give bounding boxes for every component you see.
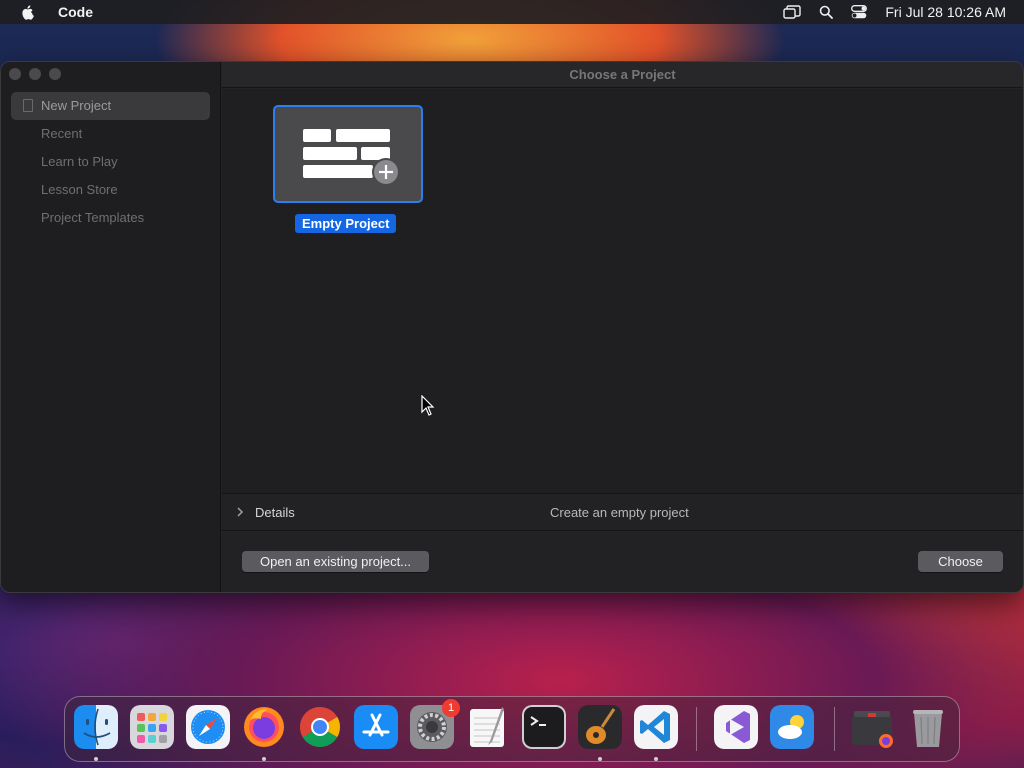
sidebar-item-label: Lesson Store — [41, 182, 118, 197]
running-indicator — [598, 757, 602, 761]
notification-badge: 1 — [442, 699, 460, 717]
sidebar-item-lesson-store[interactable]: Lesson Store — [11, 176, 210, 204]
terminal-icon[interactable] — [522, 705, 566, 749]
minimize-window-button[interactable] — [29, 68, 41, 80]
empty-project-tile[interactable] — [273, 105, 423, 203]
details-bar: Details Create an empty project — [222, 493, 1023, 531]
sidebar-item-learn-to-play[interactable]: Learn to Play — [11, 148, 210, 176]
weather-icon[interactable] — [770, 705, 814, 749]
launchpad-icon[interactable] — [130, 705, 174, 749]
running-indicator — [94, 757, 98, 761]
textedit-icon[interactable] — [466, 705, 510, 749]
sidebar-item-recent[interactable]: Recent — [11, 120, 210, 148]
menu-bar-clock[interactable]: Fri Jul 28 10:26 AM — [885, 4, 1006, 20]
app-store-icon[interactable] — [354, 705, 398, 749]
project-description: Create an empty project — [550, 505, 689, 520]
sidebar-item-label: Project Templates — [41, 210, 145, 225]
trash-icon[interactable] — [906, 705, 950, 749]
dock-separator — [696, 707, 697, 751]
choose-button[interactable]: Choose — [918, 551, 1003, 572]
safari-icon[interactable] — [186, 705, 230, 749]
sidebar-item-label: Learn to Play — [41, 154, 118, 169]
window-controls — [9, 68, 61, 80]
main-panel: Choose a Project Empty Project Details C… — [222, 62, 1023, 592]
zoom-window-button[interactable] — [49, 68, 61, 80]
screen-mirroring-icon[interactable] — [783, 5, 802, 19]
spotlight-search-icon[interactable] — [819, 5, 834, 19]
sidebar: New Project Recent Learn to Play Lesson … — [1, 62, 221, 592]
project-chooser-window: New Project Recent Learn to Play Lesson … — [0, 61, 1024, 593]
details-toggle-label[interactable]: Details — [255, 505, 295, 520]
sidebar-item-label: New Project — [41, 98, 112, 113]
sidebar-item-new-project[interactable]: New Project — [11, 92, 210, 120]
apple-menu-icon[interactable] — [20, 4, 36, 20]
sidebar-item-project-templates[interactable]: Project Templates — [11, 204, 210, 232]
open-existing-project-button[interactable]: Open an existing project... — [242, 551, 429, 572]
sidebar-list: New Project Recent Learn to Play Lesson … — [11, 92, 210, 232]
finder-icon[interactable] — [74, 705, 118, 749]
empty-project-icon — [303, 129, 398, 186]
menu-bar: Code Fri Jul 28 10:26 AM — [0, 0, 1024, 24]
document-icon — [23, 99, 33, 112]
dock-separator — [834, 707, 835, 751]
chevron-right-icon[interactable] — [236, 506, 244, 518]
running-indicator — [654, 757, 658, 761]
firefox-icon[interactable] — [242, 705, 286, 749]
window-title: Choose a Project — [222, 62, 1023, 88]
project-grid: Empty Project — [222, 89, 1023, 493]
sidebar-item-label: Recent — [41, 126, 83, 141]
firefox-downloads-stack-icon[interactable] — [850, 705, 894, 749]
mouse-pointer-icon — [421, 395, 435, 416]
dock: 1 — [64, 696, 960, 762]
vscode-icon[interactable] — [634, 705, 678, 749]
garageband-icon[interactable] — [578, 705, 622, 749]
close-window-button[interactable] — [9, 68, 21, 80]
empty-project-label[interactable]: Empty Project — [295, 214, 397, 233]
active-app-name[interactable]: Code — [58, 4, 93, 20]
system-settings-icon[interactable]: 1 — [410, 699, 460, 749]
running-indicator — [262, 757, 266, 761]
window-footer: Open an existing project... Choose — [222, 532, 1023, 592]
visual-studio-icon[interactable] — [714, 705, 758, 749]
chrome-icon[interactable] — [298, 705, 342, 749]
control-center-icon[interactable] — [851, 5, 868, 19]
